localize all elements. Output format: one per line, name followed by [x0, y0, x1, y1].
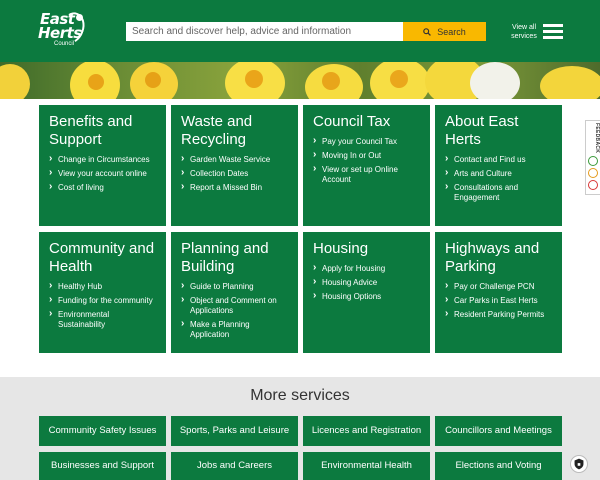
neutral-face-icon[interactable] [588, 168, 598, 178]
tile-link[interactable]: Garden Waste Service [181, 154, 288, 165]
tile-about-east-herts[interactable]: About East Herts Contact and Find us Art… [435, 105, 562, 226]
tile-title[interactable]: Benefits and Support [49, 113, 156, 149]
hamburger-menu-icon[interactable] [543, 24, 563, 39]
daffodil-trumpet [322, 72, 340, 90]
tile-link[interactable]: Guide to Planning [181, 281, 288, 292]
tile-community-and-health[interactable]: Community and Health Healthy Hub Funding… [39, 232, 166, 353]
tile-link[interactable]: Car Parks in East Herts [445, 295, 552, 306]
tile-link[interactable]: Environmental Sustainability [49, 309, 156, 330]
tile-link[interactable]: View or set up Online Account [313, 164, 420, 185]
daffodil-flower [0, 64, 30, 99]
daffodil-trumpet [88, 74, 104, 90]
service-button[interactable]: Community Safety Issues [39, 416, 166, 446]
search-input[interactable] [126, 22, 403, 41]
service-button[interactable]: Jobs and Careers [171, 452, 298, 480]
tile-housing[interactable]: Housing Apply for Housing Housing Advice… [303, 232, 430, 353]
tile-title[interactable]: Council Tax [313, 113, 420, 131]
east-herts-logo[interactable]: East Herts Council [38, 8, 89, 52]
daffodil-banner [0, 62, 600, 99]
logo-line-3: Council [54, 41, 75, 47]
tile-link[interactable]: Cost of living [49, 182, 156, 193]
site-header: East Herts Council Search View all servi… [0, 0, 600, 62]
daffodil-trumpet [390, 70, 408, 88]
tile-link[interactable]: Consultations and Engagement [445, 182, 552, 203]
service-button[interactable]: Environmental Health [303, 452, 430, 480]
logo-dot [76, 14, 83, 21]
white-daffodil [470, 62, 520, 99]
tile-benefits-and-support[interactable]: Benefits and Support Change in Circumsta… [39, 105, 166, 226]
tile-link[interactable]: Moving In or Out [313, 150, 420, 161]
feedback-label: FEEDBACK [594, 123, 600, 154]
feedback-tab[interactable]: FEEDBACK [585, 120, 600, 195]
tile-title[interactable]: Planning and Building [181, 240, 288, 276]
tile-link[interactable]: Contact and Find us [445, 154, 552, 165]
service-button[interactable]: Licences and Registration [303, 416, 430, 446]
service-button[interactable]: Councillors and Meetings [435, 416, 562, 446]
tile-title[interactable]: Community and Health [49, 240, 156, 276]
tile-link[interactable]: Report a Missed Bin [181, 182, 288, 193]
tile-title[interactable]: Waste and Recycling [181, 113, 288, 149]
tile-link[interactable]: View your account online [49, 168, 156, 179]
search-icon [423, 27, 432, 36]
daffodil-trumpet [145, 72, 161, 88]
tile-link[interactable]: Change in Circumstances [49, 154, 156, 165]
search-button-label: Search [437, 26, 466, 37]
tile-link[interactable]: Housing Options [313, 291, 420, 302]
logo-line-2: Herts [38, 24, 82, 42]
tile-council-tax[interactable]: Council Tax Pay your Council Tax Moving … [303, 105, 430, 226]
sad-face-icon[interactable] [588, 180, 598, 190]
service-button[interactable]: Businesses and Support [39, 452, 166, 480]
tile-title[interactable]: About East Herts [445, 113, 552, 149]
tile-link[interactable]: Object and Comment on Applications [181, 295, 288, 316]
tile-link[interactable]: Resident Parking Permits [445, 309, 552, 320]
tile-waste-and-recycling[interactable]: Waste and Recycling Garden Waste Service… [171, 105, 298, 226]
service-button[interactable]: Sports, Parks and Leisure [171, 416, 298, 446]
tile-link[interactable]: Make a Planning Application [181, 319, 288, 340]
search-bar: Search [126, 22, 486, 41]
happy-face-icon[interactable] [588, 156, 598, 166]
tile-highways-and-parking[interactable]: Highways and Parking Pay or Challenge PC… [435, 232, 562, 353]
privacy-shield-icon[interactable] [570, 455, 588, 473]
tile-planning-and-building[interactable]: Planning and Building Guide to Planning … [171, 232, 298, 353]
tile-link[interactable]: Pay your Council Tax [313, 136, 420, 147]
search-button[interactable]: Search [403, 22, 486, 41]
view-all-services-link[interactable]: View all services [506, 23, 542, 41]
tile-link[interactable]: Arts and Culture [445, 168, 552, 179]
tile-title[interactable]: Housing [313, 240, 420, 258]
more-services-heading: More services [250, 387, 350, 404]
tile-link[interactable]: Funding for the community [49, 295, 156, 306]
tile-title[interactable]: Highways and Parking [445, 240, 552, 276]
tile-link[interactable]: Collection Dates [181, 168, 288, 179]
tile-link[interactable]: Pay or Challenge PCN [445, 281, 552, 292]
daffodil-trumpet [245, 70, 263, 88]
service-button[interactable]: Elections and Voting [435, 452, 562, 480]
daffodil-flower [540, 66, 600, 99]
tile-link[interactable]: Apply for Housing [313, 263, 420, 274]
tile-link[interactable]: Housing Advice [313, 277, 420, 288]
tile-link[interactable]: Healthy Hub [49, 281, 156, 292]
